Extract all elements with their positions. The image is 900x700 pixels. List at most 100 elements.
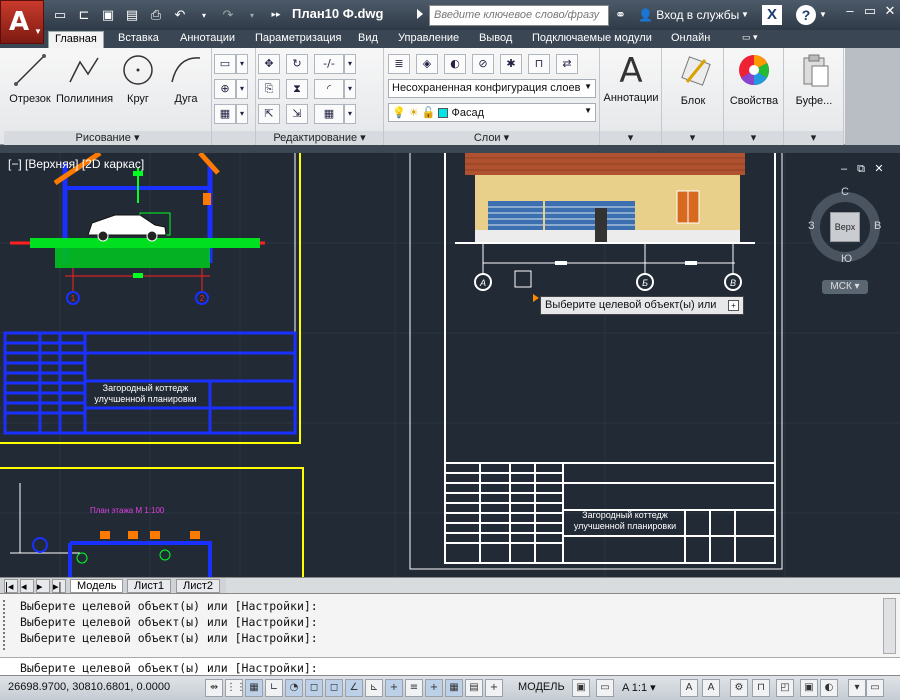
command-grip[interactable] [3, 600, 11, 650]
binoculars-icon[interactable]: ⚭ [615, 7, 626, 23]
prev-layout-icon[interactable]: ◂ [20, 579, 34, 593]
viewport-close-icon[interactable]: ✕ [871, 161, 887, 177]
layer-freeze-icon[interactable]: ✱ [500, 54, 522, 74]
horizontal-scrollbar[interactable] [226, 578, 900, 594]
ucs-menu[interactable]: МСК ▾ [822, 280, 868, 294]
properties-button[interactable]: Свойства [726, 52, 782, 107]
tab-annotate[interactable]: Аннотации [174, 31, 241, 48]
quick-view-drawings-icon[interactable]: ▭ [596, 679, 614, 697]
dynamic-input-icon[interactable]: + [385, 679, 403, 697]
transparency-icon[interactable]: + [425, 679, 443, 697]
save-as-icon[interactable]: ▤ [122, 5, 142, 25]
grid-display-icon[interactable]: ▦ [245, 679, 263, 697]
tab-online[interactable]: Онлайн [665, 31, 716, 48]
minimize-icon[interactable]: – [842, 3, 858, 19]
block-expand-icon[interactable]: ▾ [662, 131, 723, 145]
fillet-dropdown-icon[interactable]: ▾ [344, 79, 356, 99]
compass-south[interactable]: Ю [841, 253, 852, 265]
array-icon[interactable]: ▦ [314, 104, 344, 124]
annotation-monitor-icon[interactable]: + [485, 679, 503, 697]
signin-button[interactable]: 👤 Вход в службы [638, 8, 739, 22]
tab-view[interactable]: Вид [352, 31, 384, 48]
maximize-icon[interactable]: ▭ [862, 3, 878, 19]
quick-view-layouts-icon[interactable]: ▣ [572, 679, 590, 697]
trim-icon[interactable]: -/- [314, 54, 344, 74]
rotate-icon[interactable]: ↻ [286, 54, 308, 74]
ortho-mode-icon[interactable]: ∟ [265, 679, 283, 697]
move-icon[interactable]: ✥ [258, 54, 280, 74]
array-dropdown-icon[interactable]: ▾ [344, 104, 356, 124]
layer-off-icon[interactable]: ◐ [444, 54, 466, 74]
viewport-controls-label[interactable]: [−] [Верхняя] [2D каркас] [8, 157, 144, 171]
customize-qat-icon[interactable]: ▸▸ [266, 5, 286, 25]
search-input[interactable]: Введите ключевое слово/фразу [429, 5, 609, 26]
first-layout-icon[interactable]: |◂ [4, 579, 18, 593]
infer-constraints-icon[interactable]: ⇴ [205, 679, 223, 697]
hatch-dropdown-icon[interactable]: ▾ [236, 79, 248, 99]
trim-dropdown-icon[interactable]: ▾ [344, 54, 356, 74]
model-space-toggle[interactable]: МОДЕЛЬ [518, 681, 565, 693]
tooltip-options-icon[interactable]: + [728, 300, 739, 311]
clipboard-button[interactable]: Буфе... [786, 52, 842, 107]
layer-lock-icon[interactable]: ⊓ [528, 54, 550, 74]
dynamic-ucs-icon[interactable]: ⊾ [365, 679, 383, 697]
tab-model[interactable]: Модель [70, 579, 124, 593]
layers-panel-title[interactable]: Слои ▾ [384, 131, 599, 145]
redo-icon[interactable]: ↷ [218, 5, 238, 25]
status-menu-icon[interactable]: ▾ [848, 679, 866, 697]
layer-states-icon[interactable]: ◈ [416, 54, 438, 74]
hardware-acceleration-icon[interactable]: ◰ [776, 679, 794, 697]
selection-cycling-icon[interactable]: ▤ [465, 679, 483, 697]
line-button[interactable]: Отрезок [6, 52, 54, 105]
save-icon[interactable]: ▣ [98, 5, 118, 25]
redo-dropdown-icon[interactable]: ▾ [242, 5, 262, 25]
viewcube-face[interactable]: Верх [830, 212, 860, 242]
3d-osnap-icon[interactable]: ◻ [325, 679, 343, 697]
layer-properties-icon[interactable]: ≣ [388, 54, 410, 74]
new-file-icon[interactable]: ▭ [50, 5, 70, 25]
isolate-objects-icon[interactable]: ▣ [800, 679, 818, 697]
workspace-switch-icon[interactable]: ⚙ [730, 679, 748, 697]
rectangle-icon[interactable]: ▭ [214, 54, 236, 74]
annotation-visibility-icon[interactable]: A [680, 679, 698, 697]
application-menu-button[interactable]: A ▼ [0, 0, 44, 44]
clipboard-expand-icon[interactable]: ▾ [784, 131, 843, 145]
lightbulb-icon[interactable]: ◐ [820, 679, 838, 697]
fillet-icon[interactable]: ◜ [314, 79, 344, 99]
signin-dropdown-icon[interactable]: ▼ [741, 10, 749, 19]
circle-button[interactable]: Круг [116, 52, 160, 105]
exchange-icon[interactable]: X [762, 5, 782, 25]
next-layout-icon[interactable]: ▸ [36, 579, 50, 593]
draw-panel-title[interactable]: Рисование ▾ [4, 131, 211, 145]
command-scrollbar[interactable] [883, 598, 896, 654]
tab-home[interactable]: Главная [48, 31, 104, 48]
arc-button[interactable]: Дуга [164, 52, 208, 105]
properties-expand-icon[interactable]: ▾ [724, 131, 783, 145]
rect-dropdown-icon[interactable]: ▾ [236, 54, 248, 74]
last-layout-icon[interactable]: ▸| [52, 579, 66, 593]
copy-icon[interactable]: ⎘ [258, 79, 280, 99]
scale-icon[interactable]: ⇲ [286, 104, 308, 124]
open-file-icon[interactable]: ⊏ [74, 5, 94, 25]
compass-west[interactable]: З [808, 220, 815, 232]
tab-plugins[interactable]: Подключаемые модули [526, 31, 658, 48]
help-icon[interactable]: ? [796, 5, 816, 25]
auto-scale-icon[interactable]: A [702, 679, 720, 697]
compass-east[interactable]: В [874, 220, 881, 232]
undo-icon[interactable]: ↶ [170, 5, 190, 25]
current-layer-select[interactable]: 💡 ☀ 🔓 Фасад ▼ [388, 103, 596, 122]
close-icon[interactable]: ✕ [882, 3, 898, 19]
stretch-icon[interactable]: ⇱ [258, 104, 280, 124]
layer-match-icon[interactable]: ⇄ [556, 54, 578, 74]
annotation-button[interactable]: A Аннотации [602, 52, 660, 104]
snap-mode-icon[interactable]: ⋮⋮ [225, 679, 246, 697]
compass-north[interactable]: С [841, 186, 849, 198]
gradient-dropdown-icon[interactable]: ▾ [236, 104, 248, 124]
tab-parametric[interactable]: Параметризация [249, 31, 347, 48]
hatch-icon[interactable]: ⊕ [214, 79, 236, 99]
lineweight-icon[interactable]: ≡ [405, 679, 423, 697]
block-button[interactable]: Блок [664, 52, 722, 107]
coordinates-readout[interactable]: 26698.9700, 30810.6801, 0.0000 [8, 681, 170, 693]
tab-insert[interactable]: Вставка [112, 31, 165, 48]
lock-ui-icon[interactable]: ⊓ [752, 679, 770, 697]
